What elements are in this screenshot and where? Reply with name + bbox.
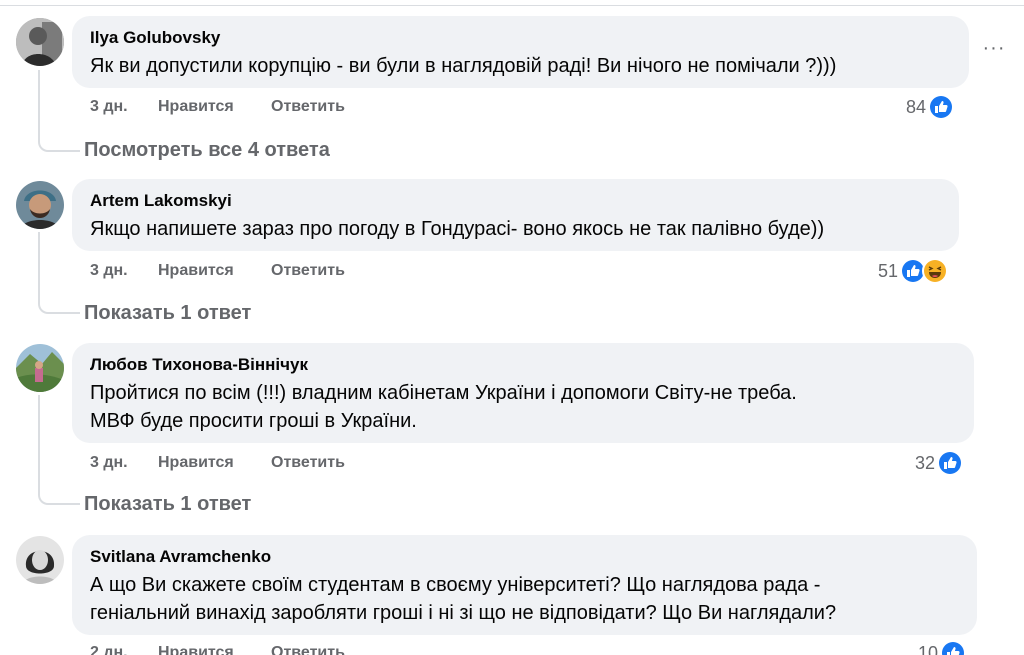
reaction-summary[interactable]: 10 — [918, 640, 967, 655]
avatar[interactable] — [16, 18, 64, 66]
like-button[interactable]: Нравится — [158, 98, 271, 116]
view-replies-link[interactable]: Посмотреть все 4 ответа — [84, 139, 330, 162]
more-horizontal-icon: ··· — [982, 36, 1006, 59]
reply-button[interactable]: Ответить — [271, 644, 345, 655]
reaction-count: 10 — [918, 642, 939, 655]
like-button[interactable]: Нравится — [158, 262, 271, 280]
comments-page: ··· Ilya Golubovsky Як ви допустили кору… — [0, 0, 1024, 655]
like-reaction-icon — [937, 450, 964, 476]
avatar[interactable] — [16, 344, 64, 392]
comment-time[interactable]: 3 дн. — [90, 262, 158, 280]
like-button[interactable]: Нравится — [158, 454, 271, 472]
reaction-summary[interactable]: 32 — [915, 450, 964, 476]
reaction-count: 84 — [906, 96, 927, 117]
comment-text: Якщо напишете зараз про погоду в Гондура… — [90, 218, 825, 240]
top-divider — [0, 0, 1024, 6]
comment-text: Як ви допустили корупцію - ви були в наг… — [90, 55, 837, 77]
comment-time[interactable]: 3 дн. — [90, 454, 158, 472]
view-replies-link[interactable]: Показать 1 ответ — [84, 493, 251, 516]
comment-bubble: Svitlana Avramchenko А що Ви скажете сво… — [72, 535, 977, 635]
like-reaction-icon — [940, 640, 967, 655]
reaction-summary[interactable]: 84 — [906, 94, 955, 120]
comment-bubble: Ilya Golubovsky Як ви допустили корупцію… — [72, 16, 969, 88]
comment-actions: 2 дн. Нравится Ответить — [90, 644, 345, 655]
reply-button[interactable]: Ответить — [271, 454, 345, 472]
comment-actions: 3 дн. Нравится Ответить — [90, 454, 345, 472]
comment-bubble: Любов Тихонова-Віннічук Пройтися по всім… — [72, 343, 974, 443]
comment-author[interactable]: Artem Lakomskyi — [90, 191, 941, 211]
comment-time[interactable]: 3 дн. — [90, 98, 158, 116]
comment-author[interactable]: Ilya Golubovsky — [90, 28, 951, 48]
like-reaction-icon — [928, 94, 955, 120]
reply-button[interactable]: Ответить — [271, 98, 345, 116]
avatar[interactable] — [16, 181, 64, 229]
comment-bubble: Artem Lakomskyi Якщо напишете зараз про … — [72, 179, 959, 251]
comment-actions: 3 дн. Нравится Ответить — [90, 262, 345, 280]
avatar[interactable] — [16, 536, 64, 584]
reaction-summary[interactable]: 51 — [878, 258, 949, 284]
haha-reaction-icon — [922, 258, 949, 284]
comment-actions: 3 дн. Нравится Ответить — [90, 98, 345, 116]
reaction-count: 32 — [915, 452, 936, 473]
thread-connector — [38, 70, 80, 152]
reaction-count: 51 — [878, 260, 899, 281]
comment-text: Пройтися по всім (!!!) владним кабінетам… — [90, 382, 797, 432]
like-button[interactable]: Нравится — [158, 644, 271, 655]
comment-text: А що Ви скажете своїм студентам в своєму… — [90, 574, 837, 624]
comment-time[interactable]: 2 дн. — [90, 644, 158, 655]
comment-author[interactable]: Svitlana Avramchenko — [90, 547, 959, 567]
view-replies-link[interactable]: Показать 1 ответ — [84, 302, 251, 325]
comment-author[interactable]: Любов Тихонова-Віннічук — [90, 355, 956, 375]
reply-button[interactable]: Ответить — [271, 262, 345, 280]
more-options-button[interactable]: ··· — [980, 36, 1008, 59]
thread-connector — [38, 232, 80, 314]
